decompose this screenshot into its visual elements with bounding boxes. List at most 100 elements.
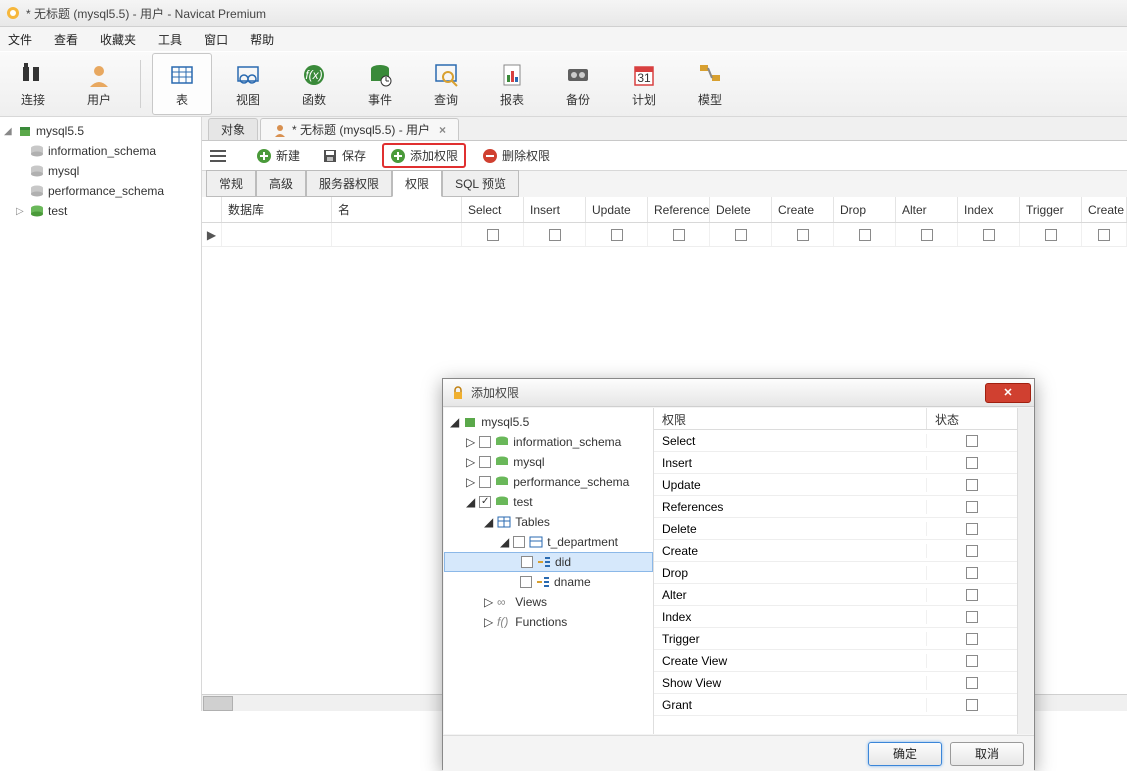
checkbox[interactable] xyxy=(966,501,978,513)
checkbox[interactable] xyxy=(966,611,978,623)
priv-row[interactable]: Update xyxy=(654,474,1017,496)
collapse-arrow-icon[interactable]: ◢ xyxy=(500,535,509,549)
expand-arrow-icon[interactable]: ▷ xyxy=(484,595,493,609)
col-database[interactable]: 数据库 xyxy=(222,197,332,222)
expand-arrow-icon[interactable]: ▷ xyxy=(466,455,475,469)
tool-query[interactable]: 查询 xyxy=(416,53,476,115)
dialog-tree[interactable]: ◢ mysql5.5 ▷information_schema ▷mysql ▷p… xyxy=(444,408,654,734)
priv-row[interactable]: Trigger xyxy=(654,628,1017,650)
tool-report[interactable]: 报表 xyxy=(482,53,542,115)
collapse-arrow-icon[interactable]: ◢ xyxy=(4,126,14,137)
checkbox[interactable] xyxy=(966,589,978,601)
action-delete-privilege[interactable]: 删除权限 xyxy=(476,145,556,166)
priv-row[interactable]: Grant xyxy=(654,694,1017,716)
itab-advanced[interactable]: 高级 xyxy=(256,170,306,197)
priv-row[interactable]: Delete xyxy=(654,518,1017,540)
checkbox[interactable] xyxy=(966,633,978,645)
expand-arrow-icon[interactable]: ▷ xyxy=(466,475,475,489)
col-state[interactable]: 状态 xyxy=(927,408,1017,429)
tool-view[interactable]: 视图 xyxy=(218,53,278,115)
collapse-arrow-icon[interactable]: ◢ xyxy=(450,415,459,429)
tab-objects[interactable]: 对象 xyxy=(208,118,258,140)
priv-row[interactable]: Create View xyxy=(654,650,1017,672)
expand-arrow-icon[interactable]: ▷ xyxy=(16,206,26,217)
collapse-arrow-icon[interactable]: ◢ xyxy=(484,515,493,529)
checkbox[interactable] xyxy=(797,229,809,241)
scroll-thumb[interactable] xyxy=(203,696,233,711)
dlg-tree-db[interactable]: ▷information_schema xyxy=(444,432,653,452)
menu-tools[interactable]: 工具 xyxy=(158,31,182,48)
hamburger-icon[interactable] xyxy=(210,150,226,162)
tree-db-0[interactable]: information_schema xyxy=(0,141,201,161)
action-new[interactable]: 新建 xyxy=(250,145,306,166)
col-insert[interactable]: Insert xyxy=(524,197,586,222)
dlg-tree-table[interactable]: ◢t_department xyxy=(444,532,653,552)
col-select[interactable]: Select xyxy=(462,197,524,222)
col-reference[interactable]: Reference xyxy=(648,197,710,222)
dlg-tree-views[interactable]: ▷∞Views xyxy=(444,592,653,612)
itab-general[interactable]: 常规 xyxy=(206,170,256,197)
dlg-tree-db[interactable]: ▷performance_schema xyxy=(444,472,653,492)
tool-table[interactable]: 表 xyxy=(152,53,212,115)
dlg-tree-db[interactable]: ▷mysql xyxy=(444,452,653,472)
checkbox[interactable] xyxy=(673,229,685,241)
checkbox[interactable] xyxy=(1045,229,1057,241)
tool-model[interactable]: 模型 xyxy=(680,53,740,115)
checkbox[interactable] xyxy=(479,436,491,448)
col-create2[interactable]: Create xyxy=(1082,197,1127,222)
checkbox[interactable] xyxy=(521,556,533,568)
dlg-tree-functions[interactable]: ▷f()Functions xyxy=(444,612,653,632)
dlg-tree-tables[interactable]: ◢Tables xyxy=(444,512,653,532)
checkbox[interactable] xyxy=(520,576,532,588)
checkbox[interactable] xyxy=(966,655,978,667)
tree-db-2[interactable]: performance_schema xyxy=(0,181,201,201)
dialog-close-button[interactable]: ✕ xyxy=(985,383,1031,403)
cancel-button[interactable]: 取消 xyxy=(950,742,1024,766)
checkbox[interactable] xyxy=(983,229,995,241)
menu-file[interactable]: 文件 xyxy=(8,31,32,48)
tool-schedule[interactable]: 31 计划 xyxy=(614,53,674,115)
priv-row[interactable]: Alter xyxy=(654,584,1017,606)
dlg-tree-column-did[interactable]: did xyxy=(444,552,653,572)
tree-db-1[interactable]: mysql xyxy=(0,161,201,181)
dlg-tree-db-test[interactable]: ◢test xyxy=(444,492,653,512)
checkbox[interactable] xyxy=(611,229,623,241)
tool-connect[interactable]: 连接 xyxy=(3,53,63,115)
ok-button[interactable]: 确定 xyxy=(868,742,942,766)
expand-arrow-icon[interactable]: ▷ xyxy=(484,615,493,629)
dialog-scrollbar[interactable] xyxy=(1017,408,1033,734)
menu-view[interactable]: 查看 xyxy=(54,31,78,48)
col-trigger[interactable]: Trigger xyxy=(1020,197,1082,222)
checkbox[interactable] xyxy=(966,457,978,469)
priv-row[interactable]: Create xyxy=(654,540,1017,562)
col-privilege[interactable]: 权限 xyxy=(654,408,927,429)
col-alter[interactable]: Alter xyxy=(896,197,958,222)
priv-row[interactable]: Select xyxy=(654,430,1017,452)
checkbox[interactable] xyxy=(1098,229,1110,241)
dlg-tree-column-dname[interactable]: dname xyxy=(444,572,653,592)
tool-user[interactable]: 用户 xyxy=(69,53,129,115)
priv-row[interactable]: Insert xyxy=(654,452,1017,474)
priv-row[interactable]: Drop xyxy=(654,562,1017,584)
tool-backup[interactable]: 备份 xyxy=(548,53,608,115)
itab-priv[interactable]: 权限 xyxy=(392,170,442,197)
menu-favorites[interactable]: 收藏夹 xyxy=(100,31,136,48)
menu-window[interactable]: 窗口 xyxy=(204,31,228,48)
col-update[interactable]: Update xyxy=(586,197,648,222)
dialog-titlebar[interactable]: 添加权限 ✕ xyxy=(443,379,1034,407)
menu-help[interactable]: 帮助 xyxy=(250,31,274,48)
col-index[interactable]: Index xyxy=(958,197,1020,222)
checkbox[interactable] xyxy=(479,476,491,488)
tree-db-3[interactable]: ▷ test xyxy=(0,201,201,221)
checkbox[interactable] xyxy=(479,496,491,508)
priv-grid-row[interactable]: ▶ xyxy=(202,223,1127,247)
tab-user-editor[interactable]: * 无标题 (mysql5.5) - 用户 × xyxy=(260,118,459,140)
action-save[interactable]: 保存 xyxy=(316,145,372,166)
checkbox[interactable] xyxy=(966,435,978,447)
itab-server-priv[interactable]: 服务器权限 xyxy=(306,170,392,197)
tool-function[interactable]: f(x) 函数 xyxy=(284,53,344,115)
tool-event[interactable]: 事件 xyxy=(350,53,410,115)
checkbox[interactable] xyxy=(479,456,491,468)
priv-row[interactable]: Show View xyxy=(654,672,1017,694)
priv-row[interactable]: References xyxy=(654,496,1017,518)
